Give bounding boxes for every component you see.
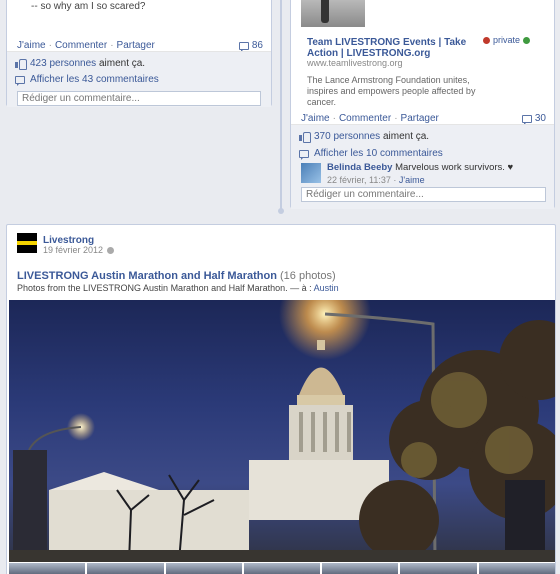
livestrong-logo[interactable]	[17, 233, 37, 253]
likes-link[interactable]: 423 personnes	[30, 58, 96, 69]
comment-input[interactable]: Rédiger un commentaire...	[301, 187, 546, 202]
comment-icon	[521, 114, 532, 125]
ufi-panel: 423 personnes aiment ça. Afficher les 43…	[7, 51, 271, 107]
timeline-spine	[280, 0, 282, 212]
thumbs-up-icon	[15, 59, 27, 70]
right-post-card: Team LIVESTRONG Events | Take Action | L…	[290, 0, 555, 209]
album-title[interactable]: LIVESTRONG Austin Marathon and Half Mara…	[17, 270, 277, 282]
comment-icon	[15, 75, 25, 86]
post-date[interactable]: 19 février 2012	[43, 245, 103, 255]
privacy-selector[interactable]: private	[482, 35, 530, 45]
album-photo-count: (16 photos)	[280, 270, 336, 282]
album-header: LIVESTRONG Austin Marathon and Half Mara…	[17, 270, 336, 282]
thumbs-up-icon	[299, 132, 311, 143]
capitol-night-photo	[9, 300, 555, 562]
like-link[interactable]: J'aime	[301, 113, 330, 124]
location-link[interactable]: Austin	[314, 283, 339, 293]
show-comments-link[interactable]: Afficher les 10 commentaires	[314, 148, 443, 159]
post-actions: J'aime · Commenter · Partager	[17, 40, 155, 51]
like-link[interactable]: J'aime	[17, 40, 46, 51]
show-comments-row[interactable]: Afficher les 10 commentaires	[299, 148, 443, 160]
comment: Belinda Beeby Marvelous work survivors. …	[327, 162, 514, 185]
post-text: -- so why am I so scared?	[31, 1, 146, 12]
post-meta: 19 février 2012	[43, 245, 115, 255]
avatar[interactable]	[301, 163, 321, 183]
comment-count-value: 30	[534, 113, 546, 124]
album-thumbnail[interactable]	[243, 563, 321, 574]
comment-link[interactable]: Commenter	[339, 113, 391, 124]
ufi-panel: 370 personnes aiment ça. Afficher les 10…	[291, 124, 554, 209]
album-thumbnail[interactable]	[478, 563, 555, 574]
album-thumbnail-strip	[9, 563, 555, 574]
globe-icon	[523, 36, 530, 44]
link-description: The Lance Armstrong Foundation unites, i…	[307, 75, 476, 107]
comment-input[interactable]: Rédiger un commentaire...	[17, 91, 261, 106]
comment-author[interactable]: Belinda Beeby	[327, 162, 392, 173]
left-post-card: -- so why am I so scared? J'aime · Comment…	[6, 0, 272, 107]
likes-row: 370 personnes aiment ça.	[299, 131, 430, 143]
link-url: www.teamlivestrong.org	[307, 58, 403, 68]
comment-count[interactable]: 30	[521, 113, 546, 125]
comment-count[interactable]: 86	[238, 40, 263, 52]
link-title[interactable]: Team LIVESTRONG Events | Take Action | L…	[307, 37, 477, 59]
likes-link[interactable]: 370 personnes	[314, 131, 380, 142]
comment-link[interactable]: Commenter	[55, 40, 107, 51]
album-description: Photos from the LIVESTRONG Austin Marath…	[17, 283, 339, 293]
comment-date[interactable]: 22 février, 11:37	[327, 175, 391, 185]
likes-suffix: aiment ça.	[382, 131, 430, 142]
comment-like-link[interactable]: J'aime	[399, 175, 425, 185]
share-link[interactable]: Partager	[401, 113, 439, 124]
album-main-photo[interactable]	[9, 300, 555, 562]
globe-icon	[107, 246, 115, 254]
album-desc-text: Photos from the LIVESTRONG Austin Marath…	[17, 283, 312, 293]
privacy-label: private	[492, 35, 520, 45]
photo-post-card: Livestrong 19 février 2012 LIVESTRONG Au…	[6, 224, 556, 574]
post-actions: J'aime · Commenter · Partager	[301, 113, 439, 124]
likes-row: 423 personnes aiment ça.	[15, 58, 146, 70]
link-thumbnail[interactable]	[301, 0, 365, 27]
album-thumbnail[interactable]	[322, 563, 399, 574]
comment-icon	[299, 149, 309, 160]
audience-icon	[482, 36, 490, 44]
comment-count-value: 86	[251, 40, 263, 51]
show-comments-row[interactable]: Afficher les 43 commentaires	[15, 74, 159, 86]
comment-text: Marvelous work survivors. ♥	[395, 162, 514, 173]
album-thumbnail[interactable]	[9, 563, 86, 574]
show-comments-link[interactable]: Afficher les 43 commentaires	[30, 74, 159, 85]
album-thumbnail[interactable]	[165, 563, 242, 574]
likes-suffix: aiment ça.	[98, 58, 146, 69]
share-link[interactable]: Partager	[117, 40, 155, 51]
timeline-dot	[278, 208, 284, 214]
album-thumbnail[interactable]	[87, 563, 164, 574]
album-thumbnail[interactable]	[400, 563, 477, 574]
comment-icon	[238, 41, 249, 52]
